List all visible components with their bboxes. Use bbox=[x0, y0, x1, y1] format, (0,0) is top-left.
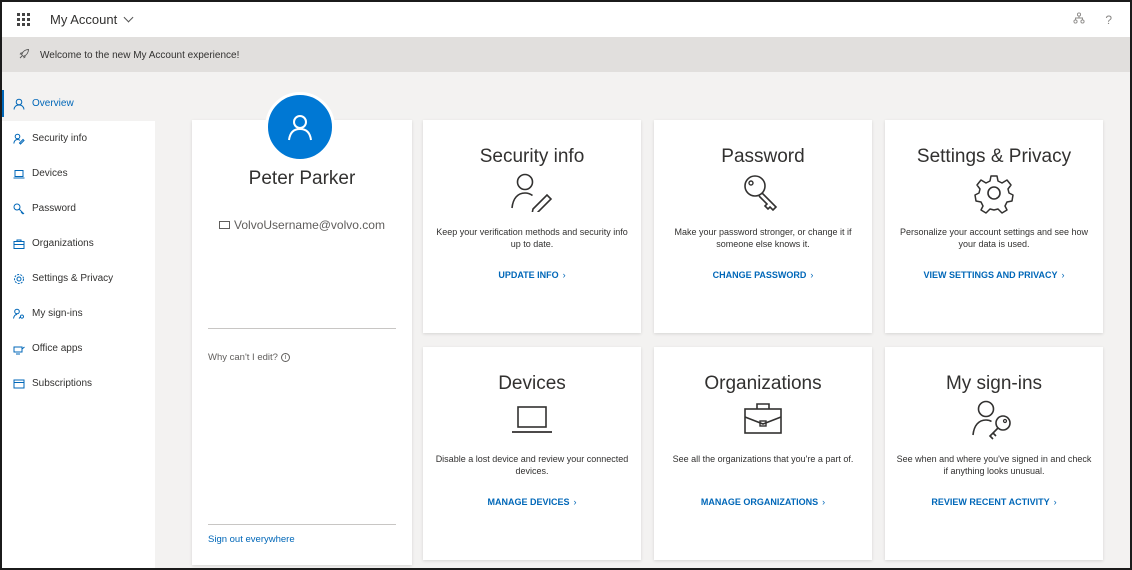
profile-email-text: VolvoUsername@volvo.com bbox=[234, 218, 385, 232]
card-description: See when and where you've signed in and … bbox=[896, 454, 1092, 477]
organizations-card: Organizations See all the organizations … bbox=[654, 347, 872, 560]
sidebar-item-settings-privacy[interactable]: Settings & Privacy bbox=[2, 261, 155, 296]
link-label: MANAGE DEVICES bbox=[487, 497, 570, 507]
link-label: MANAGE ORGANIZATIONS bbox=[700, 497, 819, 507]
my-sign-ins-card: My sign-ins See when and where you've si… bbox=[885, 347, 1103, 560]
info-icon: i bbox=[280, 353, 290, 362]
manage-organizations-link[interactable]: MANAGE ORGANIZATIONS › bbox=[654, 497, 872, 507]
divider bbox=[208, 328, 396, 329]
card-description: Make your password stronger, or change i… bbox=[674, 227, 852, 250]
profile-name: Peter Parker bbox=[248, 168, 356, 189]
briefcase-icon bbox=[12, 238, 26, 250]
card-title: Organizations bbox=[704, 373, 822, 394]
sidebar-item-label: Security info bbox=[32, 133, 88, 144]
sign-ins-icon bbox=[885, 399, 1103, 441]
chevron-right-icon: › bbox=[822, 497, 826, 507]
card-description: Disable a lost device and review your co… bbox=[435, 454, 629, 477]
sidebar-item-security-info[interactable]: Security info bbox=[2, 121, 155, 156]
sidebar-item-label: Password bbox=[32, 203, 76, 214]
view-settings-privacy-link[interactable]: VIEW SETTINGS AND PRIVACY › bbox=[885, 270, 1103, 280]
link-label: UPDATE INFO bbox=[498, 270, 559, 280]
link-label: REVIEW RECENT ACTIVITY bbox=[931, 497, 1050, 507]
why-cant-i-edit-link[interactable]: Why can't I edit? i bbox=[208, 352, 290, 363]
organization-icon[interactable] bbox=[1073, 12, 1085, 27]
app-title: My Account bbox=[50, 12, 118, 27]
rocket-icon bbox=[18, 48, 30, 63]
sidebar-item-devices[interactable]: Devices bbox=[2, 156, 155, 191]
profile-card: Peter Parker VolvoUsername@volvo.com Why… bbox=[192, 92, 412, 565]
card-title: Settings & Privacy bbox=[916, 146, 1072, 167]
key-icon bbox=[654, 172, 872, 214]
chevron-right-icon: › bbox=[1061, 270, 1065, 280]
help-icon[interactable]: ? bbox=[1105, 13, 1112, 27]
sign-out-everywhere-link[interactable]: Sign out everywhere bbox=[208, 534, 295, 545]
sidebar-item-label: Office apps bbox=[32, 343, 83, 354]
password-card: Password Make your password stronger, or… bbox=[654, 120, 872, 333]
chevron-right-icon: › bbox=[1053, 497, 1057, 507]
subscriptions-icon bbox=[12, 378, 26, 390]
app-title-dropdown[interactable]: My Account bbox=[50, 12, 134, 27]
devices-card: Devices Disable a lost device and review… bbox=[423, 347, 641, 560]
sidebar-item-label: Organizations bbox=[32, 238, 94, 249]
chevron-down-icon bbox=[123, 12, 134, 23]
gear-icon bbox=[12, 273, 26, 285]
profile-email: VolvoUsername@volvo.com bbox=[192, 218, 412, 232]
sidebar-item-office-apps[interactable]: Office apps bbox=[2, 331, 155, 366]
sidebar-item-organizations[interactable]: Organizations bbox=[2, 226, 155, 261]
card-description: See all the organizations that you're a … bbox=[672, 454, 854, 464]
office-apps-icon bbox=[12, 343, 26, 355]
avatar[interactable] bbox=[265, 92, 335, 162]
chevron-right-icon: › bbox=[562, 270, 566, 280]
sidebar-item-label: Subscriptions bbox=[32, 378, 93, 389]
card-description: Personalize your account settings and se… bbox=[899, 227, 1089, 250]
settings-privacy-card: Settings & Privacy Personalize your acco… bbox=[885, 120, 1103, 333]
card-title: My sign-ins bbox=[945, 373, 1043, 394]
link-label: CHANGE PASSWORD bbox=[712, 270, 807, 280]
change-password-link[interactable]: CHANGE PASSWORD › bbox=[654, 270, 872, 280]
banner-text: Welcome to the new My Account experience… bbox=[40, 49, 240, 61]
sidebar-item-label: Settings & Privacy bbox=[32, 273, 114, 284]
security-info-icon bbox=[423, 172, 641, 212]
gear-icon bbox=[885, 172, 1103, 214]
update-info-link[interactable]: UPDATE INFO › bbox=[423, 270, 641, 280]
laptop-icon bbox=[12, 168, 26, 180]
review-recent-activity-link[interactable]: REVIEW RECENT ACTIVITY › bbox=[885, 497, 1103, 507]
card-title: Security info bbox=[479, 146, 585, 167]
sidebar-item-overview[interactable]: Overview bbox=[2, 86, 155, 121]
mail-icon bbox=[219, 221, 231, 229]
key-icon bbox=[12, 203, 26, 215]
sidebar-item-subscriptions[interactable]: Subscriptions bbox=[2, 366, 155, 401]
chevron-right-icon: › bbox=[810, 270, 814, 280]
security-info-card: Security info Keep your verification met… bbox=[423, 120, 641, 333]
welcome-banner: Welcome to the new My Account experience… bbox=[2, 38, 1130, 72]
link-label: VIEW SETTINGS AND PRIVACY bbox=[923, 270, 1058, 280]
app-launcher-icon[interactable] bbox=[6, 3, 40, 37]
sidebar-nav: Overview Security info Devices Password … bbox=[2, 86, 155, 568]
briefcase-icon bbox=[654, 399, 872, 439]
chevron-right-icon: › bbox=[573, 497, 577, 507]
why-edit-text: Why can't I edit? bbox=[208, 352, 278, 363]
sidebar-item-label: My sign-ins bbox=[32, 308, 83, 319]
sidebar-item-my-sign-ins[interactable]: My sign-ins bbox=[2, 296, 155, 331]
sidebar-item-password[interactable]: Password bbox=[2, 191, 155, 226]
sidebar-item-label: Overview bbox=[32, 98, 74, 109]
top-bar: My Account ? bbox=[2, 2, 1130, 38]
sidebar-item-label: Devices bbox=[32, 168, 68, 179]
manage-devices-link[interactable]: MANAGE DEVICES › bbox=[423, 497, 641, 507]
card-description: Keep your verification methods and secur… bbox=[436, 227, 628, 250]
card-title: Password bbox=[721, 146, 805, 167]
sign-ins-icon bbox=[12, 308, 26, 320]
person-icon bbox=[288, 115, 312, 141]
card-title: Devices bbox=[498, 373, 566, 394]
person-icon bbox=[12, 98, 26, 110]
window-frame: My Account ? Welcome to the new My Accou… bbox=[0, 0, 1132, 570]
laptop-icon bbox=[423, 399, 641, 439]
divider bbox=[208, 524, 396, 525]
security-info-icon bbox=[12, 133, 26, 145]
